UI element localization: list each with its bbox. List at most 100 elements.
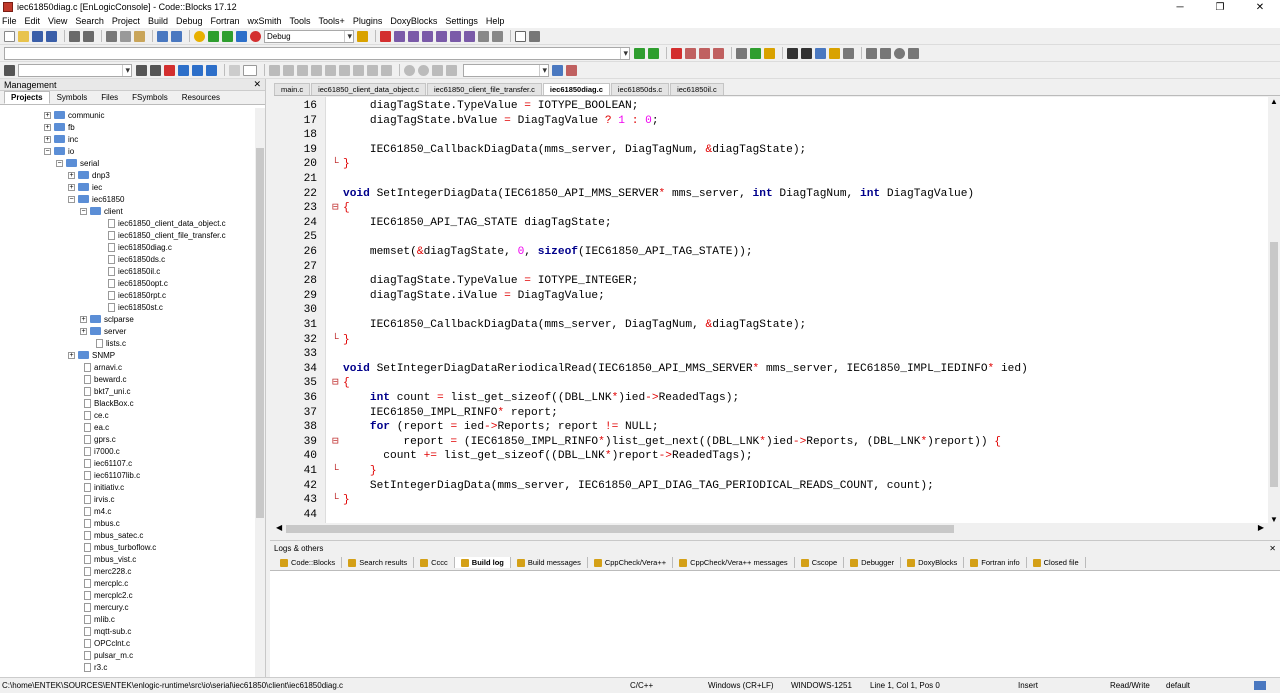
menu-debug[interactable]: Debug xyxy=(176,16,203,26)
view-6-icon[interactable] xyxy=(339,64,350,76)
tree-folder[interactable]: + iec xyxy=(68,181,102,193)
tree-file[interactable]: gprs.c xyxy=(84,433,116,445)
tree-file[interactable]: mbus_satec.c xyxy=(84,529,143,541)
log-tab[interactable]: Build log xyxy=(454,557,511,568)
editor-tab[interactable]: iec61850_client_file_transfer.c xyxy=(427,83,542,95)
debug-info-icon[interactable] xyxy=(529,30,540,42)
editor-tab[interactable]: main.c xyxy=(274,83,311,95)
jump-back-icon[interactable] xyxy=(634,47,645,59)
menu-tools[interactable]: Tools xyxy=(290,16,311,26)
stop-icon[interactable] xyxy=(492,30,503,42)
redo-icon[interactable] xyxy=(83,30,94,42)
fold-collapse-icon[interactable]: ⊟ xyxy=(332,376,340,391)
collapse-icon[interactable]: − xyxy=(80,207,87,215)
tab-resources[interactable]: Resources xyxy=(175,91,227,104)
tab-files[interactable]: Files xyxy=(94,91,125,104)
tree-folder[interactable]: − serial xyxy=(56,157,99,169)
zoom-out-icon[interactable] xyxy=(418,64,429,76)
next-instruction-icon[interactable] xyxy=(450,30,461,42)
scope-select[interactable] xyxy=(4,46,630,60)
view-3-icon[interactable] xyxy=(297,64,308,76)
tree-folder[interactable]: + dnp3 xyxy=(68,169,110,181)
doxy-html-icon[interactable] xyxy=(843,47,854,59)
step-out-icon[interactable] xyxy=(436,30,447,42)
log-tab[interactable]: CppCheck/Vera++ messages xyxy=(673,557,795,568)
menu-search[interactable]: Search xyxy=(75,16,104,26)
tree-file[interactable]: arnavi.c xyxy=(84,361,122,373)
search-options-icon[interactable] xyxy=(566,64,577,76)
scroll-up-icon[interactable]: ▲ xyxy=(1268,97,1280,107)
nav-forward-icon[interactable] xyxy=(150,64,161,76)
scroll-right-icon[interactable]: ▶ xyxy=(1258,523,1264,532)
tree-file[interactable]: beward.c xyxy=(84,373,126,385)
close-icon[interactable]: ✕ xyxy=(253,79,261,90)
close-icon[interactable]: ✕ xyxy=(1269,544,1276,553)
format-icon[interactable] xyxy=(206,64,217,76)
menu-tools-[interactable]: Tools+ xyxy=(319,16,345,26)
editor-tab[interactable]: iec61850il.c xyxy=(670,83,724,95)
view-5-icon[interactable] xyxy=(325,64,336,76)
line-comment-icon[interactable] xyxy=(801,47,812,59)
menu-file[interactable]: File xyxy=(2,16,17,26)
tree-file[interactable]: BlackBox.c xyxy=(84,397,134,409)
nav-back-icon[interactable] xyxy=(136,64,147,76)
step-instruction-icon[interactable] xyxy=(464,30,475,42)
scroll-down-icon[interactable]: ▼ xyxy=(1268,515,1280,525)
log-tab[interactable]: Fortran info xyxy=(964,557,1027,568)
tree-file[interactable]: i7000.c xyxy=(84,445,120,457)
log-tab[interactable]: Build messages xyxy=(511,557,588,568)
log-tab[interactable]: Closed file xyxy=(1027,557,1086,568)
refresh-icon[interactable] xyxy=(446,64,457,76)
menu-view[interactable]: View xyxy=(48,16,67,26)
menu-settings[interactable]: Settings xyxy=(445,16,478,26)
bookmark-clear-icon[interactable] xyxy=(713,47,724,59)
expand-icon[interactable]: + xyxy=(80,327,87,335)
menu-help[interactable]: Help xyxy=(486,16,505,26)
tree-file[interactable]: mercplc2.c xyxy=(84,589,133,601)
expand-icon[interactable]: + xyxy=(68,183,75,191)
menu-project[interactable]: Project xyxy=(112,16,140,26)
tree-file[interactable]: r3.c xyxy=(84,661,107,673)
step-into-icon[interactable] xyxy=(422,30,433,42)
bookmark-next-icon[interactable] xyxy=(699,47,710,59)
bookmark-toggle-icon[interactable] xyxy=(671,47,682,59)
tree-folder[interactable]: + communic xyxy=(44,109,104,121)
tree-file[interactable]: OPCclnt.c xyxy=(84,637,130,649)
tree-file[interactable]: lists.c xyxy=(96,337,126,349)
tree-file[interactable]: iec61850il.c xyxy=(108,265,160,277)
tree-folder[interactable]: + fb xyxy=(44,121,75,133)
expand-icon[interactable]: + xyxy=(44,135,51,143)
block-comment-icon[interactable] xyxy=(787,47,798,59)
run-icon[interactable] xyxy=(208,30,219,42)
tools-forward-icon[interactable] xyxy=(908,47,919,59)
editor-tab[interactable]: iec61850_client_data_object.c xyxy=(311,83,427,95)
replace-icon[interactable] xyxy=(171,30,182,42)
log-tab[interactable]: Cscope xyxy=(795,557,845,568)
font-icon[interactable] xyxy=(192,64,203,76)
build-run-icon[interactable] xyxy=(222,30,233,42)
view-4-icon[interactable] xyxy=(311,64,322,76)
menu-doxyblocks[interactable]: DoxyBlocks xyxy=(390,16,437,26)
menu-edit[interactable]: Edit xyxy=(25,16,41,26)
view-9-icon[interactable] xyxy=(381,64,392,76)
debug-windows-icon[interactable] xyxy=(515,30,526,42)
debug-start-icon[interactable] xyxy=(380,30,391,42)
spell-icon[interactable] xyxy=(432,64,443,76)
tree-file[interactable]: mbus_turboflow.c xyxy=(84,541,156,553)
tree-file[interactable]: iec61850ds.c xyxy=(108,253,165,265)
tree-file[interactable]: mbus_vist.c xyxy=(84,553,136,565)
tools-dot-icon[interactable] xyxy=(894,47,905,59)
log-tab[interactable]: Debugger xyxy=(844,557,902,568)
maximize-icon[interactable]: ❐ xyxy=(1200,0,1240,14)
tree-file[interactable]: iec61850_client_file_transfer.c xyxy=(108,229,226,241)
doxyblocks-run-icon[interactable] xyxy=(764,47,775,59)
code-editor[interactable]: 16 diagTagState.TypeValue = IOTYPE_BOOLE… xyxy=(274,97,1268,523)
tree-file[interactable]: iec61850st.c xyxy=(108,301,163,313)
pause-icon[interactable] xyxy=(478,30,489,42)
tree-file[interactable]: mercury.c xyxy=(84,601,129,613)
expand-icon[interactable]: + xyxy=(68,171,75,179)
log-tab[interactable]: Code::Blocks xyxy=(274,557,343,568)
doxy-config-icon[interactable] xyxy=(815,47,826,59)
collapse-icon[interactable]: − xyxy=(68,195,75,203)
save-icon[interactable] xyxy=(32,30,43,42)
